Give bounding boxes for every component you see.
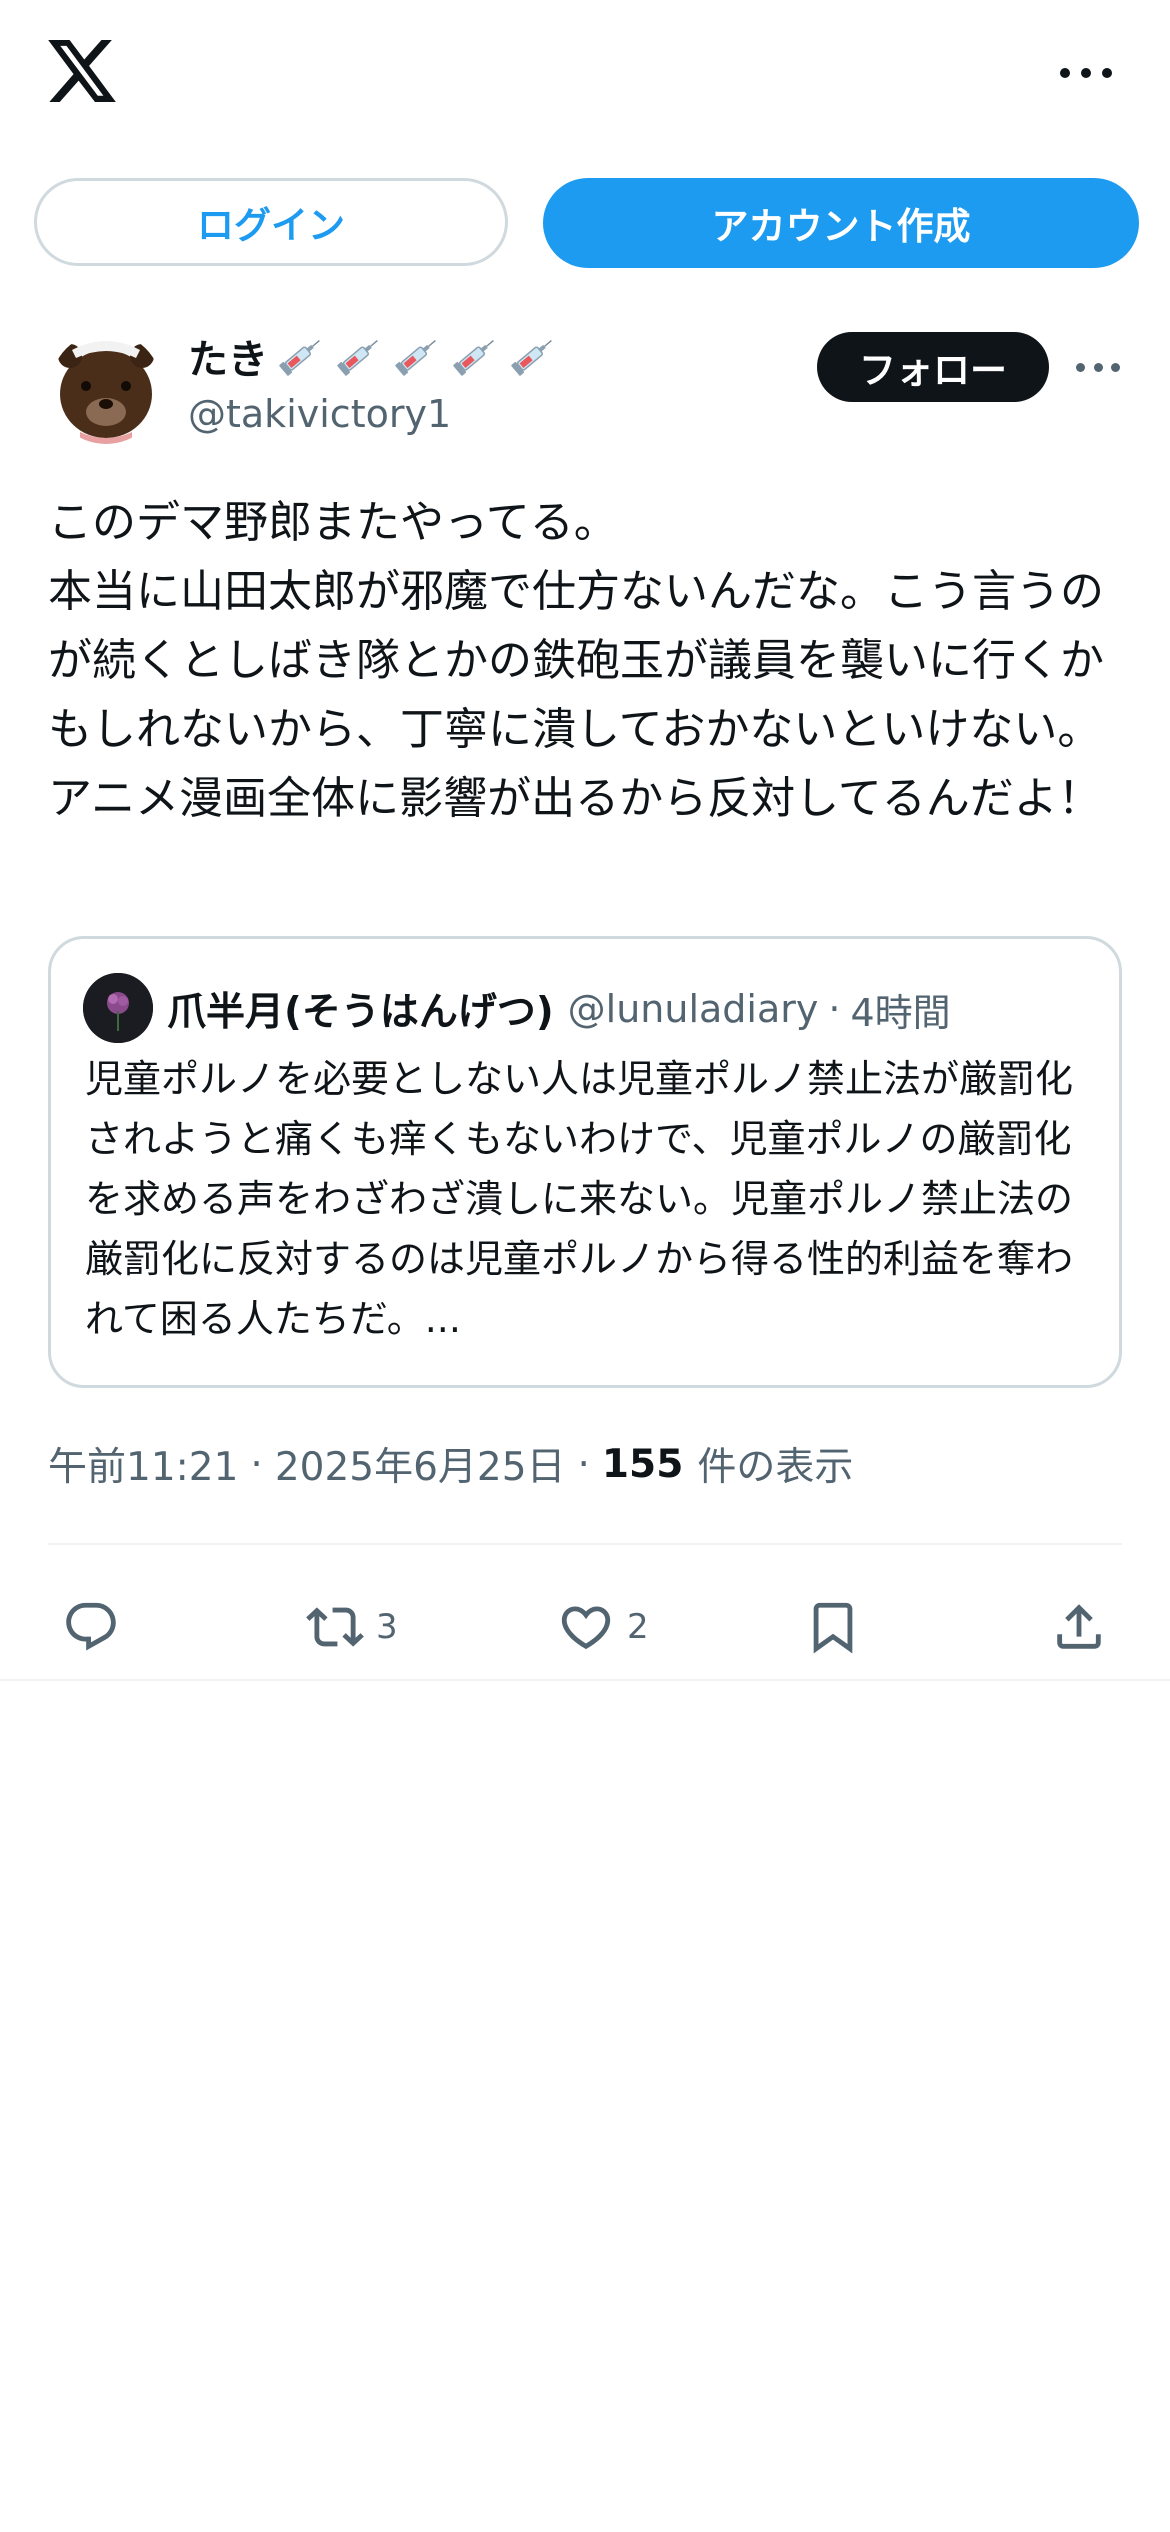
- reply-button[interactable]: [62, 1582, 132, 1672]
- quoted-separator: ·: [828, 987, 841, 1031]
- quoted-handle: @lunuladiary: [567, 987, 819, 1031]
- share-icon: [1057, 1604, 1101, 1649]
- bookmark-button[interactable]: [804, 1582, 862, 1672]
- create-account-button[interactable]: アカウント作成: [543, 178, 1139, 268]
- meta-separator: ·: [577, 1441, 590, 1487]
- retweet-button[interactable]: 3: [306, 1582, 398, 1672]
- more-horizontal-icon[interactable]: [1060, 58, 1112, 88]
- tweet-more-icon[interactable]: [1076, 360, 1120, 374]
- avatar[interactable]: [50, 332, 162, 444]
- syringe-icon: [279, 340, 320, 376]
- quoted-name: 爪半月(そうはんげつ): [167, 990, 554, 1035]
- reply-icon: [66, 1602, 116, 1651]
- author-name-emoji: [276, 331, 558, 381]
- tweet-text: このデマ野郎またやってる。 本当に山田太郎が邪魔で仕方ないんだな。こう言うのが続…: [48, 497, 1104, 824]
- like-button[interactable]: 2: [557, 1582, 649, 1672]
- tweet-meta: 午前11:21 · 2025年6月25日 · 155 件の表示: [48, 1434, 853, 1494]
- author-name[interactable]: たき: [188, 327, 268, 385]
- x-logo-icon[interactable]: [48, 40, 116, 102]
- bookmark-icon: [813, 1602, 853, 1654]
- syringe-icon: [453, 340, 494, 376]
- like-count: 2: [627, 1607, 649, 1647]
- quoted-tweet[interactable]: 爪半月(そうはんげつ) @lunuladiary · 4時間 児童ポルノを必要と…: [48, 936, 1122, 1388]
- divider: [48, 1543, 1122, 1545]
- quoted-avatar: [83, 973, 153, 1043]
- bottom-divider: [0, 1679, 1170, 1681]
- tweet-date[interactable]: 2025年6月25日: [275, 1436, 566, 1492]
- tweet-time[interactable]: 午前11:21: [48, 1436, 238, 1492]
- quoted-text: 児童ポルノを必要としない人は児童ポルノ禁止法が厳罰化されようと痛くも痒くもないわ…: [85, 1057, 1074, 1341]
- quoted-time: 4時間: [850, 990, 951, 1035]
- author-info: たき @takivictory1: [188, 326, 788, 436]
- syringe-icon: [337, 340, 378, 376]
- syringe-icon: [395, 340, 436, 376]
- retweet-count: 3: [376, 1607, 398, 1647]
- retweet-icon: [306, 1607, 364, 1647]
- author-handle[interactable]: @takivictory1: [188, 392, 788, 436]
- syringe-icon: [511, 340, 552, 376]
- share-button[interactable]: [1050, 1582, 1108, 1672]
- login-button[interactable]: ログイン: [34, 178, 508, 266]
- action-bar: 3 2: [0, 1582, 1170, 1672]
- views-label: 件の表示: [697, 1445, 854, 1490]
- quoted-header: 爪半月(そうはんげつ) @lunuladiary · 4時間: [167, 977, 951, 1041]
- heart-icon: [561, 1606, 611, 1650]
- follow-button[interactable]: フォロー: [817, 332, 1049, 402]
- meta-separator: ·: [250, 1441, 263, 1487]
- top-bar: [0, 0, 1170, 150]
- views-count: 155: [601, 1441, 684, 1487]
- auth-buttons: ログイン アカウント作成: [0, 178, 1170, 270]
